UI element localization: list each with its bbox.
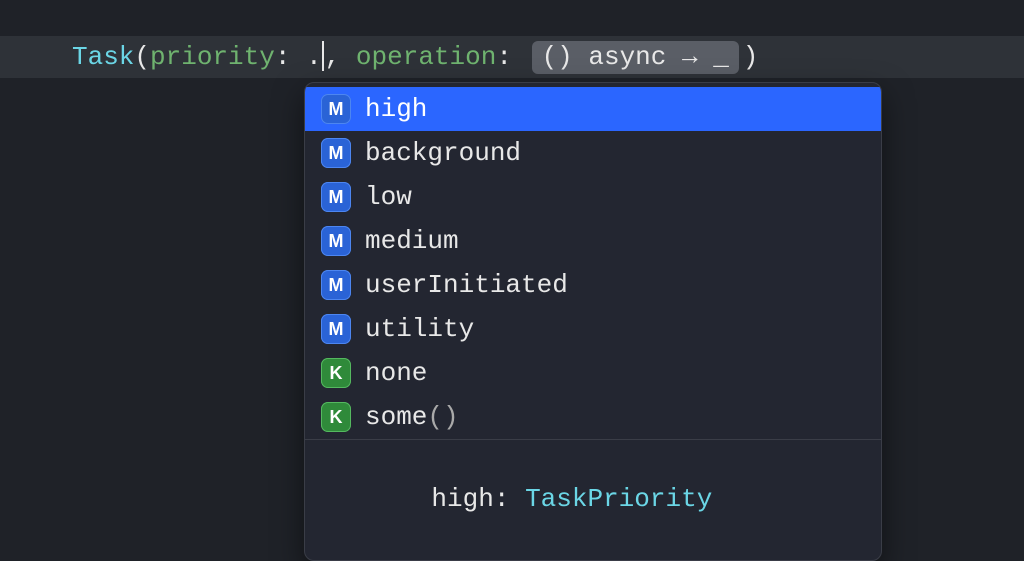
suggestion-item[interactable]: Ksome() — [305, 395, 881, 439]
keyword-icon: K — [321, 402, 351, 432]
paren-icon: () — [427, 402, 458, 432]
code-line[interactable]: Task(priority: ., operation: () async → … — [0, 36, 1024, 78]
member-icon: M — [321, 314, 351, 344]
token-param-operation: operation — [356, 42, 496, 72]
paren-open-icon: ( — [134, 42, 150, 72]
suggestion-item[interactable]: Mbackground — [305, 131, 881, 175]
suggestion-item[interactable]: Knone — [305, 351, 881, 395]
token-param-priority: priority — [150, 42, 275, 72]
token-type: Task — [72, 42, 134, 72]
member-icon: M — [321, 226, 351, 256]
keyword-icon: K — [321, 358, 351, 388]
suggestion-label: some() — [365, 402, 865, 432]
suggestion-label: low — [365, 182, 865, 212]
suggestion-label: none — [365, 358, 865, 388]
detail-type: TaskPriority — [525, 484, 712, 514]
member-icon: M — [321, 270, 351, 300]
comma-icon: , — [325, 42, 356, 72]
suggestion-item[interactable]: Mhigh — [305, 87, 881, 131]
suggestion-item[interactable]: Mutility — [305, 307, 881, 351]
suggestion-item[interactable]: Mlow — [305, 175, 881, 219]
detail-sep: : — [494, 484, 525, 514]
suggestion-label: userInitiated — [365, 270, 865, 300]
colon-icon: : — [275, 42, 306, 72]
suggestion-detail: high: TaskPriority — [305, 439, 881, 560]
member-icon: M — [321, 182, 351, 212]
suggestion-list: MhighMbackgroundMlowMmediumMuserInitiate… — [305, 87, 881, 439]
dot-icon: . — [306, 42, 322, 72]
suggestion-label: background — [365, 138, 865, 168]
suggestion-label: medium — [365, 226, 865, 256]
autocomplete-popup[interactable]: MhighMbackgroundMlowMmediumMuserInitiate… — [304, 82, 882, 561]
placeholder-closure[interactable]: () async → _ — [532, 41, 739, 74]
suggestion-item[interactable]: MuserInitiated — [305, 263, 881, 307]
member-icon: M — [321, 138, 351, 168]
suggestion-label: high — [365, 94, 865, 124]
colon-icon: : — [496, 42, 527, 72]
suggestion-label: utility — [365, 314, 865, 344]
paren-close-icon: ) — [743, 42, 759, 72]
member-icon: M — [321, 94, 351, 124]
suggestion-item[interactable]: Mmedium — [305, 219, 881, 263]
text-caret — [322, 41, 324, 71]
detail-name: high — [431, 484, 493, 514]
